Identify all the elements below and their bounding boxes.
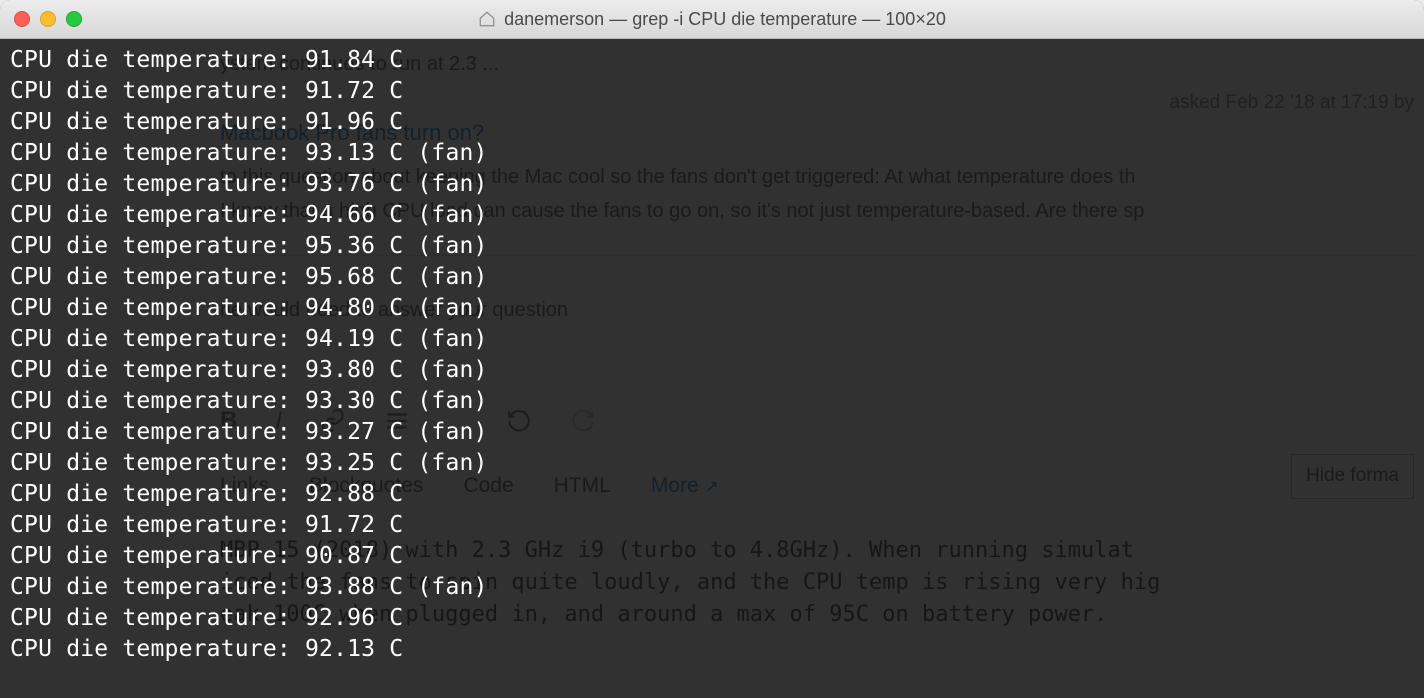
- traffic-lights: [14, 11, 82, 27]
- terminal-line: CPU die temperature: 93.80 C (fan): [10, 355, 1424, 386]
- terminal-line: CPU die temperature: 93.27 C (fan): [10, 417, 1424, 448]
- terminal-line: CPU die temperature: 92.88 C: [10, 479, 1424, 510]
- terminal-line: CPU die temperature: 93.25 C (fan): [10, 448, 1424, 479]
- terminal-line: CPU die temperature: 92.96 C: [10, 603, 1424, 634]
- terminal-body[interactable]: CPU die temperature: 91.84 CCPU die temp…: [0, 39, 1424, 698]
- terminal-line: CPU die temperature: 93.30 C (fan): [10, 386, 1424, 417]
- terminal-line: CPU die temperature: 91.72 C: [10, 510, 1424, 541]
- terminal-line: CPU die temperature: 94.80 C (fan): [10, 293, 1424, 324]
- terminal-line: CPU die temperature: 92.13 C: [10, 634, 1424, 665]
- terminal-line: CPU die temperature: 91.96 C: [10, 107, 1424, 138]
- terminal-titlebar[interactable]: danemerson — grep -i CPU die temperature…: [0, 0, 1424, 39]
- terminal-window: danemerson — grep -i CPU die temperature…: [0, 0, 1424, 698]
- terminal-line: CPU die temperature: 93.13 C (fan): [10, 138, 1424, 169]
- terminal-line: CPU die temperature: 94.19 C (fan): [10, 324, 1424, 355]
- terminal-line: CPU die temperature: 95.68 C (fan): [10, 262, 1424, 293]
- zoom-button[interactable]: [66, 11, 82, 27]
- terminal-line: CPU die temperature: 95.36 C (fan): [10, 231, 1424, 262]
- window-title: danemerson — grep -i CPU die temperature…: [0, 9, 1424, 30]
- home-icon: [478, 10, 496, 28]
- terminal-line: CPU die temperature: 93.76 C (fan): [10, 169, 1424, 200]
- terminal-line: CPU die temperature: 91.72 C: [10, 76, 1424, 107]
- terminal-line: CPU die temperature: 90.87 C: [10, 541, 1424, 572]
- minimize-button[interactable]: [40, 11, 56, 27]
- terminal-line: CPU die temperature: 93.88 C (fan): [10, 572, 1424, 603]
- terminal-line: CPU die temperature: 91.84 C: [10, 45, 1424, 76]
- terminal-line: CPU die temperature: 94.66 C (fan): [10, 200, 1424, 231]
- close-button[interactable]: [14, 11, 30, 27]
